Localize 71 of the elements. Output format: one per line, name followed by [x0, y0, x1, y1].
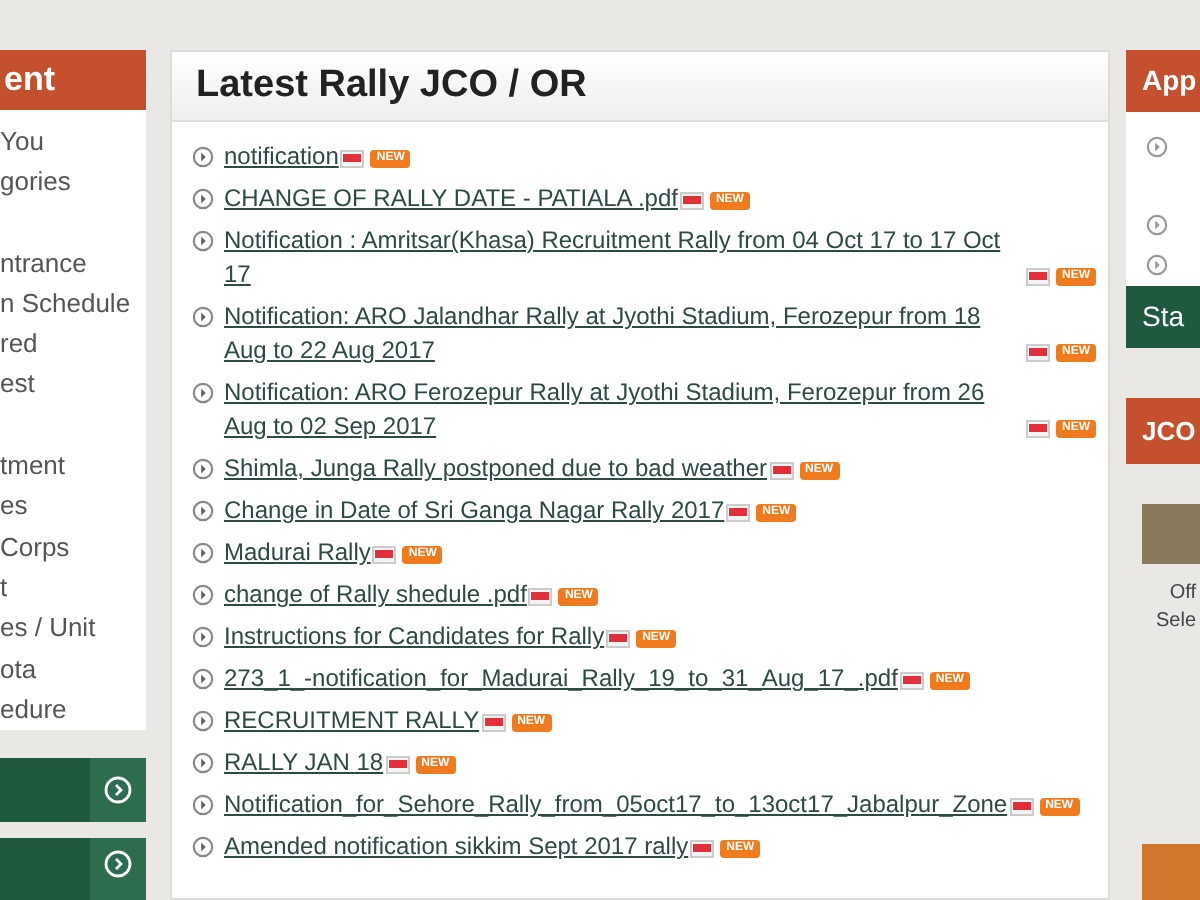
pdf-icon — [1026, 268, 1050, 286]
pdf-icon — [1009, 798, 1034, 816]
bullet-icon — [1146, 213, 1168, 236]
notice-link[interactable]: CHANGE OF RALLY DATE - PATIALA .pdf — [224, 182, 678, 216]
menu-link[interactable]: edure — [0, 693, 67, 724]
menu-link[interactable]: est — [0, 368, 35, 399]
panel-title: JCO — [1126, 397, 1200, 464]
bullet-icon — [192, 458, 214, 480]
bullet-icon — [192, 668, 214, 690]
menu-link[interactable]: tment — [0, 450, 66, 481]
bullet-icon — [1146, 253, 1168, 276]
pdf-icon — [528, 588, 553, 606]
menu-link[interactable]: ota — [0, 653, 37, 684]
notice-link[interactable]: Shimla, Junga Rally postponed due to bad weather — [224, 452, 768, 486]
pdf-icon — [1026, 344, 1050, 362]
bullet-icon — [192, 836, 214, 858]
menu-link[interactable]: You — [0, 125, 44, 156]
nav-bar[interactable]: Sta — [1126, 285, 1200, 348]
notice-link[interactable]: RECRUITMENT RALLY — [224, 704, 480, 738]
pdf-icon — [690, 840, 715, 858]
notice-link[interactable]: Instructions for Candidates for Rally — [224, 620, 605, 654]
notice-link[interactable]: notification — [224, 140, 339, 174]
bullet-icon — [192, 188, 214, 210]
photo-placeholder — [1142, 843, 1200, 900]
menu-link[interactable]: ntrance — [0, 247, 87, 278]
menu-link[interactable]: es — [0, 490, 28, 521]
menu-link[interactable]: Corps — [0, 531, 70, 562]
menu-link[interactable]: es / Unit — [0, 612, 96, 643]
bullet-icon — [192, 584, 214, 606]
bullet-icon — [192, 542, 214, 564]
photo-placeholder — [1142, 503, 1200, 564]
notice-link[interactable]: change of Rally shedule .pdf — [224, 578, 527, 612]
pdf-icon — [726, 504, 751, 522]
pdf-icon — [679, 192, 704, 210]
pdf-icon — [481, 714, 506, 732]
pdf-icon — [606, 630, 631, 648]
bullet-icon — [192, 382, 214, 404]
menu-link[interactable]: t — [0, 571, 8, 602]
notice-link[interactable]: Notification_for_Sehore_Rally_from_05oct17_to_13oct17_Jabalpur_Zone — [224, 788, 1008, 822]
menu-link[interactable]: n Schedule — [0, 287, 131, 318]
menu-link[interactable]: red — [0, 328, 38, 359]
notice-link[interactable]: 273_1_-notification_for_Madurai_Rally_19_to_31_Aug_17_.pdf — [224, 662, 898, 696]
pdf-icon — [372, 546, 397, 564]
bullet-icon — [192, 230, 214, 252]
panel-title: App — [1126, 50, 1200, 112]
nav-bar[interactable] — [0, 758, 146, 822]
bullet-icon — [192, 752, 214, 774]
caption-text: Sele — [1155, 607, 1196, 636]
bullet-icon — [192, 500, 214, 522]
bullet-icon — [1146, 135, 1168, 158]
notice-link[interactable]: Notification: ARO Jalandhar Rally at Jyothi Stadium, Ferozepur from 18 Aug to 22 Aug 2017 — [224, 300, 1024, 368]
panel-title: ent — [0, 50, 146, 110]
pdf-icon — [899, 672, 924, 690]
menu-link[interactable]: gories — [0, 165, 71, 196]
notice-link[interactable]: RALLY JAN 18 — [224, 746, 384, 780]
pdf-icon — [340, 150, 365, 168]
notice-link[interactable]: Notification: ARO Ferozepur Rally at Jyothi Stadium, Ferozepur from 26 Aug to 02 Sep 2017 — [224, 376, 1024, 444]
notice-link[interactable]: Notification : Amritsar(Khasa) Recruitment Rally from 04 Oct 17 to 17 Oct 17 — [224, 224, 1024, 292]
bullet-icon — [192, 146, 214, 168]
bullet-icon — [192, 626, 214, 648]
pdf-icon — [385, 756, 410, 774]
bullet-icon — [192, 306, 214, 328]
notice-link[interactable]: Amended notification sikkim Sept 2017 rally — [224, 830, 689, 864]
pdf-icon — [1026, 420, 1050, 438]
nav-bar[interactable] — [0, 837, 146, 900]
notice-link[interactable]: Change in Date of Sri Ganga Nagar Rally 2017 — [224, 494, 725, 528]
notice-link[interactable]: Madurai Rally — [224, 536, 371, 570]
bullet-icon — [192, 710, 214, 732]
pdf-icon — [769, 462, 794, 480]
caption-text: Off — [1169, 579, 1196, 608]
bullet-icon — [192, 794, 214, 816]
